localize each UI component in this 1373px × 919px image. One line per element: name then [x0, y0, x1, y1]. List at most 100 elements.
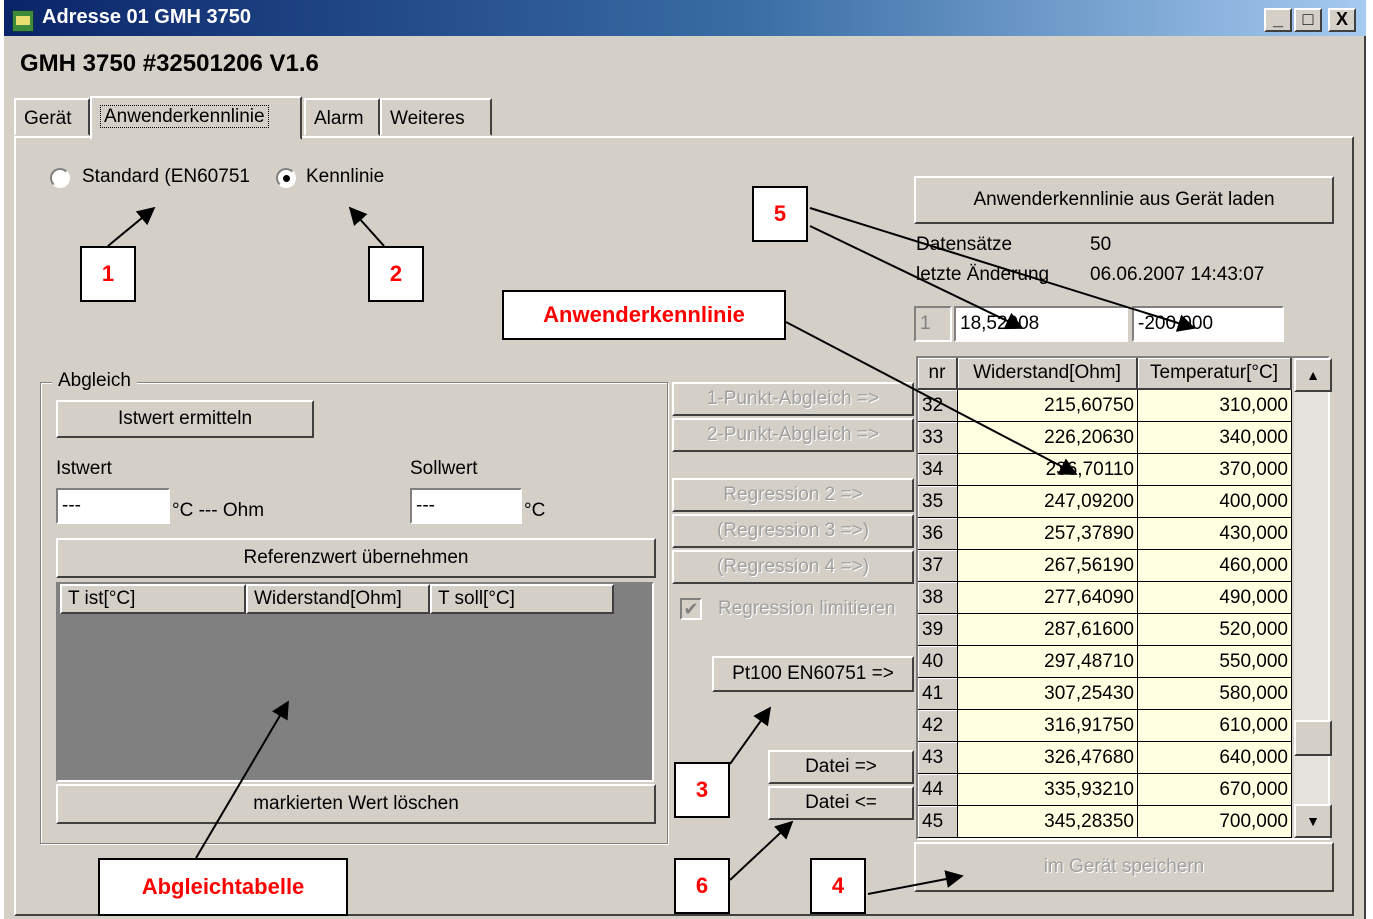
- tab-weiteres-label: Weiteres: [390, 108, 465, 129]
- radio-standard-label: Standard (EN60751: [82, 166, 250, 187]
- maximize-button[interactable]: □: [1294, 8, 1322, 32]
- minimize-button[interactable]: _: [1264, 8, 1292, 32]
- grid-cell-temperatur[interactable]: 640,000: [1138, 742, 1292, 774]
- tab-geraet[interactable]: Gerät: [14, 98, 90, 136]
- grid-header-nr[interactable]: nr: [918, 358, 958, 390]
- grid-cell-temperatur[interactable]: 430,000: [1138, 518, 1292, 550]
- grid-cell-nr[interactable]: 43: [918, 742, 958, 774]
- grid-cell-nr[interactable]: 35: [918, 486, 958, 518]
- sollwert-field[interactable]: ---: [410, 488, 522, 524]
- grid-header-temperatur[interactable]: Temperatur[°C]: [1138, 358, 1292, 390]
- pt100-button[interactable]: Pt100 EN60751 =>: [712, 656, 914, 692]
- grid-cell-temperatur[interactable]: 610,000: [1138, 710, 1292, 742]
- 1-punkt-abgleich-button[interactable]: 1-Punkt-Abgleich =>: [672, 382, 914, 416]
- radio-kennlinie[interactable]: [276, 168, 296, 188]
- grid-cell-nr[interactable]: 38: [918, 582, 958, 614]
- scroll-up-button[interactable]: ▲: [1294, 358, 1332, 392]
- grid-cell-nr[interactable]: 34: [918, 454, 958, 486]
- last-change-label: letzte Änderung: [916, 264, 1050, 285]
- grid-cell-temperatur[interactable]: 700,000: [1138, 806, 1292, 838]
- tab-weiteres[interactable]: Weiteres: [380, 98, 492, 136]
- grid-cell-temperatur[interactable]: 340,000: [1138, 422, 1292, 454]
- datei-import-button[interactable]: Datei <=: [768, 786, 914, 820]
- grid-cell-temperatur[interactable]: 670,000: [1138, 774, 1292, 806]
- datei-export-button[interactable]: Datei =>: [768, 750, 914, 784]
- grid-cell-nr[interactable]: 36: [918, 518, 958, 550]
- grid-scrollbar[interactable]: ▲ ▼: [1294, 358, 1332, 838]
- radio-kennlinie-label: Kennlinie: [306, 166, 385, 187]
- sollwert-unit: °C: [524, 500, 546, 521]
- grid-cell-nr[interactable]: 40: [918, 646, 958, 678]
- grid-cell-widerstand[interactable]: 247,09200: [958, 486, 1138, 518]
- grid-cell-nr[interactable]: 41: [918, 678, 958, 710]
- grid-cell-nr[interactable]: 45: [918, 806, 958, 838]
- grid-cell-nr[interactable]: 37: [918, 550, 958, 582]
- istwert-label: Istwert: [56, 458, 112, 479]
- datensaetze-value: 50: [1090, 234, 1112, 255]
- regression-2-button[interactable]: Regression 2 =>: [672, 478, 914, 512]
- grid-cell-widerstand[interactable]: 297,48710: [958, 646, 1138, 678]
- grid-cell-temperatur[interactable]: 490,000: [1138, 582, 1292, 614]
- istwert-ermitteln-button[interactable]: Istwert ermitteln: [56, 400, 314, 438]
- scroll-up-icon: ▲: [1306, 367, 1320, 383]
- grid-cell-widerstand[interactable]: 326,47680: [958, 742, 1138, 774]
- grid-cell-widerstand[interactable]: 267,56190: [958, 550, 1138, 582]
- grid-cell-widerstand[interactable]: 215,60750: [958, 390, 1138, 422]
- grid-cell-widerstand[interactable]: 226,20630: [958, 422, 1138, 454]
- grid-cell-temperatur[interactable]: 580,000: [1138, 678, 1292, 710]
- tab-alarm[interactable]: Alarm: [304, 98, 380, 136]
- grid-cell-widerstand[interactable]: 335,93210: [958, 774, 1138, 806]
- window-title: Adresse 01 GMH 3750: [42, 6, 252, 28]
- grid-cell-nr[interactable]: 44: [918, 774, 958, 806]
- kennlinie-laden-button[interactable]: Anwenderkennlinie aus Gerät laden: [914, 176, 1334, 224]
- im-geraet-speichern-button[interactable]: im Gerät speichern: [914, 842, 1334, 892]
- kennlinie-grid[interactable]: nr Widerstand[Ohm] Temperatur[°C] 32 215,…: [916, 356, 1330, 840]
- scroll-thumb[interactable]: [1294, 720, 1332, 756]
- regression-4-button[interactable]: (Regression 4 =>): [672, 550, 914, 584]
- grid-cell-temperatur[interactable]: 400,000: [1138, 486, 1292, 518]
- annotation-anwenderkennlinie: Anwenderkennlinie: [502, 290, 786, 340]
- grid-cell-nr[interactable]: 42: [918, 710, 958, 742]
- 2-punkt-abgleich-button[interactable]: 2-Punkt-Abgleich =>: [672, 418, 914, 452]
- grid-cell-widerstand[interactable]: 277,64090: [958, 582, 1138, 614]
- annotation-4: 4: [810, 858, 866, 914]
- grid-cell-widerstand[interactable]: 236,70110: [958, 454, 1138, 486]
- annotation-abgleichtabelle: Abgleichtabelle: [98, 858, 348, 916]
- annotation-3: 3: [674, 762, 730, 818]
- abgleich-col-tist[interactable]: T ist[°C]: [60, 584, 246, 614]
- edit-temperature-field[interactable]: -200,000: [1132, 306, 1284, 342]
- app-icon[interactable]: [12, 10, 34, 32]
- edit-resistance-field[interactable]: 18,52008: [954, 306, 1128, 342]
- abgleich-col-tsoll[interactable]: T soll[°C]: [430, 584, 614, 614]
- regression-limit-checkbox[interactable]: ✔: [680, 598, 702, 620]
- referenzwert-uebernehmen-button[interactable]: Referenzwert übernehmen: [56, 538, 656, 578]
- radio-standard[interactable]: [50, 168, 70, 188]
- annotation-2: 2: [368, 246, 424, 302]
- grid-cell-widerstand[interactable]: 257,37890: [958, 518, 1138, 550]
- regression-3-button[interactable]: (Regression 3 =>): [672, 514, 914, 548]
- abgleich-group-label: Abgleich: [52, 370, 137, 392]
- grid-cell-temperatur[interactable]: 310,000: [1138, 390, 1292, 422]
- tab-anwenderkennlinie-label: Anwenderkennlinie: [100, 105, 269, 128]
- grid-cell-nr[interactable]: 33: [918, 422, 958, 454]
- scroll-down-button[interactable]: ▼: [1294, 804, 1332, 838]
- grid-cell-widerstand[interactable]: 307,25430: [958, 678, 1138, 710]
- grid-cell-widerstand[interactable]: 287,61600: [958, 614, 1138, 646]
- grid-cell-temperatur[interactable]: 460,000: [1138, 550, 1292, 582]
- tab-anwenderkennlinie[interactable]: Anwenderkennlinie: [90, 96, 302, 140]
- grid-cell-nr[interactable]: 32: [918, 390, 958, 422]
- istwert-field[interactable]: ---: [56, 488, 170, 524]
- grid-cell-widerstand[interactable]: 316,91750: [958, 710, 1138, 742]
- grid-cell-temperatur[interactable]: 520,000: [1138, 614, 1292, 646]
- annotation-5: 5: [752, 186, 808, 242]
- close-button[interactable]: X: [1328, 8, 1356, 32]
- regression-limit-label: Regression limitieren: [718, 598, 896, 619]
- markierten-wert-loeschen-button[interactable]: markierten Wert löschen: [56, 784, 656, 824]
- grid-header-widerstand[interactable]: Widerstand[Ohm]: [958, 358, 1138, 390]
- grid-cell-widerstand[interactable]: 345,28350: [958, 806, 1138, 838]
- grid-cell-temperatur[interactable]: 370,000: [1138, 454, 1292, 486]
- grid-cell-temperatur[interactable]: 550,000: [1138, 646, 1292, 678]
- grid-cell-nr[interactable]: 39: [918, 614, 958, 646]
- abgleich-col-widerstand[interactable]: Widerstand[Ohm]: [246, 584, 430, 614]
- scroll-down-icon: ▼: [1306, 813, 1320, 829]
